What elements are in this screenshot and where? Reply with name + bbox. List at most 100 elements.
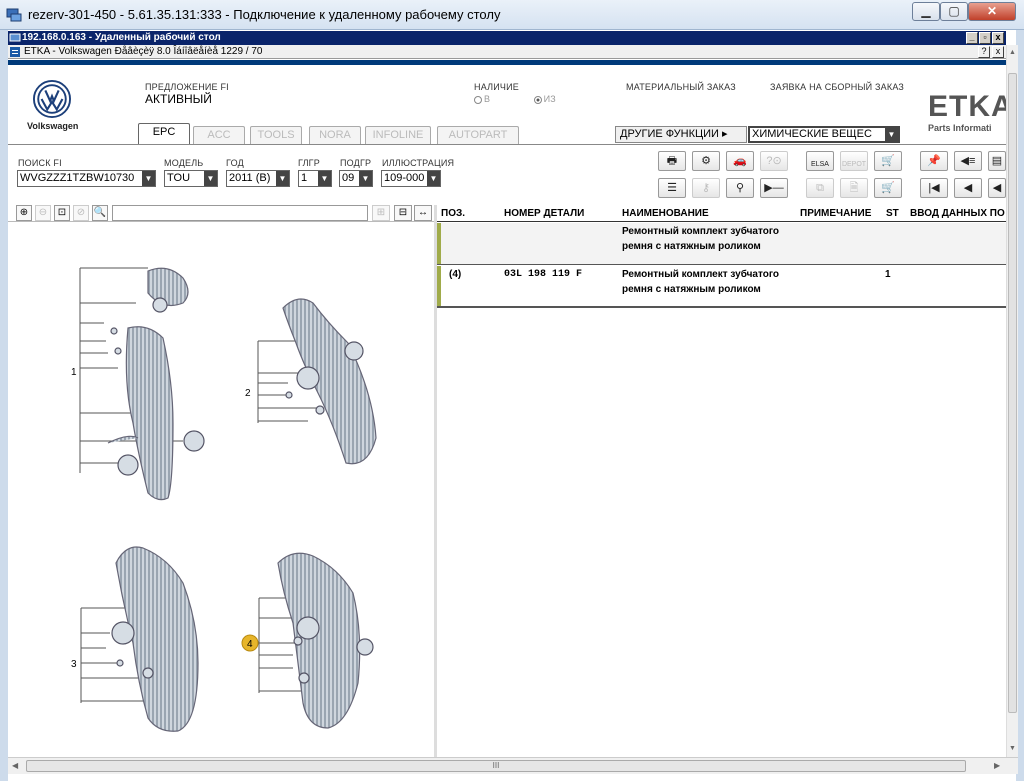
callout-3[interactable]: 3 <box>71 659 77 670</box>
assembly-order-link[interactable]: ЗАЯВКА НА СБОРНЫЙ ЗАКАЗ <box>770 82 904 92</box>
layout-icon[interactable]: ⊞ <box>372 205 390 221</box>
row-st: 1 <box>885 269 891 280</box>
session-restore-button[interactable]: ▫ <box>979 32 991 44</box>
tab-autopart[interactable]: AUTOPART <box>437 126 519 144</box>
chevron-down-icon[interactable]: ▼ <box>885 128 898 141</box>
grid-icon[interactable]: ⊟ <box>394 205 412 221</box>
help-button[interactable]: ? <box>978 46 990 58</box>
col-note[interactable]: ПРИМЕЧАНИЕ <box>800 208 871 219</box>
availability-in-radio[interactable] <box>474 95 482 104</box>
horizontal-scroll-thumb[interactable]: III <box>26 760 966 772</box>
tab-nora[interactable]: NORA <box>309 126 361 144</box>
podgr-select[interactable]: 09 ▼ <box>339 170 373 187</box>
availability-block: НАЛИЧИЕ В ИЗ <box>474 82 556 104</box>
glgr-select[interactable]: 1 ▼ <box>298 170 332 187</box>
chevron-down-icon[interactable]: ▼ <box>142 171 155 186</box>
callout-1[interactable]: 1 <box>71 367 77 378</box>
next-page-icon[interactable]: ◀ <box>988 178 1006 198</box>
search-icon[interactable]: 🔍 <box>92 205 108 221</box>
zoom-reset-icon[interactable]: ⊘ <box>73 205 89 221</box>
illustration-value: 109-000 <box>384 172 425 184</box>
tab-infoline[interactable]: INFOLINE <box>365 126 431 144</box>
tab-acc[interactable]: ACC <box>193 126 245 144</box>
tab-tools[interactable]: TOOLS <box>250 126 302 144</box>
illustration-label: ИЛЛЮСТРАЦИЯ <box>382 158 455 168</box>
chevron-down-icon[interactable]: ▼ <box>359 171 372 186</box>
model-select[interactable]: TOU ▼ <box>164 170 218 187</box>
material-order-link[interactable]: МАТЕРИАЛЬНЫЙ ЗАКАЗ <box>626 82 736 92</box>
cart-add-icon[interactable]: 🛒 <box>874 151 902 171</box>
col-part-number[interactable]: НОМЕР ДЕТАЛИ <box>504 208 584 219</box>
maximize-button[interactable]: ▢ <box>940 2 968 21</box>
callout-4[interactable]: 4 <box>247 639 253 650</box>
parts-list-icon[interactable]: ☰ <box>658 178 686 198</box>
model-label: МОДЕЛЬ <box>164 158 204 168</box>
zoom-out-icon[interactable]: ⊖ <box>35 205 51 221</box>
parts-table-header: ПОЗ. НОМЕР ДЕТАЛИ НАИМЕНОВАНИЕ ПРИМЕЧАНИ… <box>437 205 1006 222</box>
other-functions-button[interactable]: ДРУГИЕ ФУНКЦИИ ▸ <box>615 126 747 143</box>
cart-icon[interactable]: 🛒 <box>874 178 902 198</box>
remote-session-bar: 192.168.0.163 - Удаленный рабочий стол _… <box>8 31 1006 45</box>
session-close-button[interactable]: x <box>992 32 1004 44</box>
session-minimize-button[interactable]: _ <box>966 32 978 44</box>
minimize-button[interactable]: ▁ <box>912 2 940 21</box>
chemicals-select[interactable]: ХИМИЧЕСКИЕ ВЕЩЕС ▼ <box>748 126 900 143</box>
pin-icon[interactable]: 📌 <box>920 151 948 171</box>
chevron-down-icon[interactable]: ▼ <box>276 171 289 186</box>
session-title: 192.168.0.163 - Удаленный рабочий стол <box>22 32 221 43</box>
first-page-icon[interactable]: |◀ <box>920 178 948 198</box>
row-name-line2: ремня с натяжным роликом <box>622 284 761 295</box>
year-value: 2011 (B) <box>229 172 271 184</box>
chevron-down-icon[interactable]: ▼ <box>318 171 331 186</box>
row-marker <box>437 266 441 306</box>
play-next-icon[interactable]: ▶— <box>760 178 788 198</box>
availability-from-radio[interactable] <box>533 95 542 104</box>
parts-illustration[interactable]: 1 2 3 4 <box>8 223 434 757</box>
zoom-in-icon[interactable]: ⊕ <box>16 205 32 221</box>
part-info-icon[interactable]: ⚙ <box>692 151 720 171</box>
illustration-search-input[interactable] <box>112 205 368 221</box>
proposal-value: АКТИВНЫЙ <box>145 92 212 106</box>
col-pos[interactable]: ПОЗ. <box>441 208 465 219</box>
tab-epc[interactable]: EPC <box>138 123 190 144</box>
back-list-icon[interactable]: ◀≡ <box>954 151 982 171</box>
previous-page-icon[interactable]: ◀ <box>954 178 982 198</box>
year-label: ГОД <box>226 158 244 168</box>
row-part-number[interactable]: 03L 198 119 F <box>504 269 582 280</box>
vertical-scrollbar[interactable]: ▲ ▼ <box>1006 45 1018 757</box>
chevron-down-icon[interactable]: ▼ <box>427 171 440 186</box>
document-icon[interactable]: 🗎 <box>840 178 868 198</box>
chevron-down-icon[interactable]: ▼ <box>204 171 217 186</box>
header-accent-bar <box>8 60 1006 65</box>
col-input[interactable]: ВВОД ДАННЫХ ПО <box>910 208 1005 219</box>
elsa-button[interactable]: ELSA <box>806 151 834 171</box>
horizontal-scrollbar[interactable]: ◀ III ▶ <box>8 757 1018 774</box>
close-button[interactable]: ✕ <box>968 2 1016 21</box>
print-icon[interactable]: 🖶 <box>658 151 686 171</box>
app-title: ETKA - Volkswagen Ðåâèçèÿ 8.0 Îáíîâëåíèå… <box>24 46 263 57</box>
availability-in-label: В <box>484 94 491 104</box>
vehicle-icon[interactable]: 🚗 <box>726 151 754 171</box>
illustration-select[interactable]: 109-000 ▼ <box>381 170 441 187</box>
callout-2[interactable]: 2 <box>245 388 251 399</box>
depot-button[interactable]: DEPOT <box>840 151 868 171</box>
table-row[interactable]: Ремонтный комплект зубчатого ремня с нат… <box>437 223 1006 265</box>
search-fi-field[interactable]: WVGZZZ1TZBW10730 ▼ <box>17 170 156 187</box>
copy-icon[interactable]: ⧉ <box>806 178 834 198</box>
zoom-fit-icon[interactable]: ⊡ <box>54 205 70 221</box>
glgr-label: ГЛГР <box>298 158 320 168</box>
col-name[interactable]: НАИМЕНОВАНИЕ <box>622 208 709 219</box>
help-search-icon[interactable]: ?⊙ <box>760 151 788 171</box>
key-icon[interactable]: ⚷ <box>692 178 720 198</box>
vertical-scroll-thumb[interactable] <box>1008 73 1017 713</box>
split-pane-icon[interactable]: ↔ <box>414 205 432 221</box>
row-name-line2: ремня с натяжным роликом <box>622 241 761 252</box>
depot-label: DEPOT <box>841 161 867 168</box>
forward-list-icon[interactable]: ▤ <box>988 151 1006 171</box>
col-st[interactable]: ST <box>886 208 899 219</box>
year-select[interactable]: 2011 (B) ▼ <box>226 170 290 187</box>
table-row[interactable]: (4) 03L 198 119 F Ремонтный комплект зуб… <box>437 266 1006 308</box>
app-close-button[interactable]: x <box>992 46 1004 58</box>
bicycle-icon[interactable]: ⚲ <box>726 178 754 198</box>
session-icon <box>9 33 21 42</box>
